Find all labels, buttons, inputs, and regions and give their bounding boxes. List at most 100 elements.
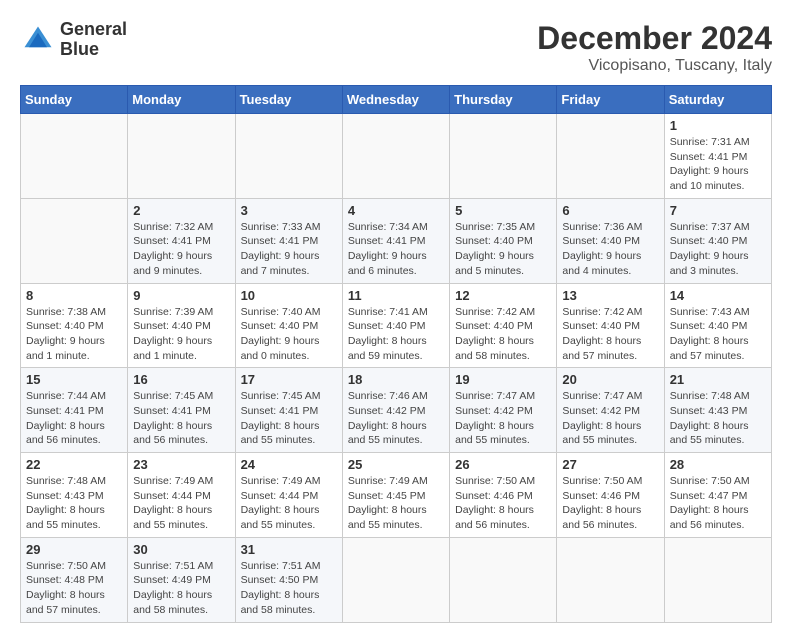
sunset-text: Sunset: 4:48 PM: [26, 574, 104, 586]
calendar-cell: 19 Sunrise: 7:47 AM Sunset: 4:42 PM Dayl…: [450, 368, 557, 453]
logo-icon: [20, 22, 56, 58]
col-saturday: Saturday: [664, 86, 771, 114]
day-info: Sunrise: 7:40 AM Sunset: 4:40 PM Dayligh…: [241, 305, 337, 364]
daylight-text: Daylight: 9 hours and 1 minute.: [26, 335, 105, 362]
day-number: 1: [670, 118, 766, 133]
daylight-text: Daylight: 8 hours and 56 minutes.: [26, 420, 105, 447]
sunset-text: Sunset: 4:47 PM: [670, 490, 748, 502]
calendar-cell: 9 Sunrise: 7:39 AM Sunset: 4:40 PM Dayli…: [128, 283, 235, 368]
daylight-text: Daylight: 9 hours and 10 minutes.: [670, 165, 749, 192]
sunrise-text: Sunrise: 7:46 AM: [348, 390, 428, 402]
day-info: Sunrise: 7:35 AM Sunset: 4:40 PM Dayligh…: [455, 220, 551, 279]
sunset-text: Sunset: 4:43 PM: [26, 490, 104, 502]
sunset-text: Sunset: 4:41 PM: [670, 151, 748, 163]
daylight-text: Daylight: 8 hours and 55 minutes.: [26, 504, 105, 531]
day-number: 10: [241, 288, 337, 303]
day-info: Sunrise: 7:36 AM Sunset: 4:40 PM Dayligh…: [562, 220, 658, 279]
sunset-text: Sunset: 4:41 PM: [348, 235, 426, 247]
calendar-cell: [557, 114, 664, 199]
sunset-text: Sunset: 4:41 PM: [241, 405, 319, 417]
calendar-cell: [664, 537, 771, 622]
sunrise-text: Sunrise: 7:48 AM: [26, 475, 106, 487]
sunset-text: Sunset: 4:41 PM: [133, 405, 211, 417]
day-info: Sunrise: 7:41 AM Sunset: 4:40 PM Dayligh…: [348, 305, 444, 364]
sunrise-text: Sunrise: 7:47 AM: [562, 390, 642, 402]
daylight-text: Daylight: 8 hours and 56 minutes.: [562, 504, 641, 531]
daylight-text: Daylight: 8 hours and 55 minutes.: [455, 420, 534, 447]
calendar-header: Sunday Monday Tuesday Wednesday Thursday…: [21, 86, 772, 114]
calendar-cell: [450, 114, 557, 199]
calendar-week-3: 15 Sunrise: 7:44 AM Sunset: 4:41 PM Dayl…: [21, 368, 772, 453]
sunset-text: Sunset: 4:41 PM: [241, 235, 319, 247]
day-info: Sunrise: 7:44 AM Sunset: 4:41 PM Dayligh…: [26, 389, 122, 448]
day-number: 6: [562, 203, 658, 218]
day-number: 3: [241, 203, 337, 218]
title-area: December 2024 Vicopisano, Tuscany, Italy: [537, 20, 772, 75]
daylight-text: Daylight: 8 hours and 55 minutes.: [241, 420, 320, 447]
sunrise-text: Sunrise: 7:38 AM: [26, 306, 106, 318]
calendar-cell: [450, 537, 557, 622]
header: General Blue December 2024 Vicopisano, T…: [20, 20, 772, 75]
calendar-table: Sunday Monday Tuesday Wednesday Thursday…: [20, 85, 772, 623]
day-info: Sunrise: 7:45 AM Sunset: 4:41 PM Dayligh…: [241, 389, 337, 448]
sunrise-text: Sunrise: 7:51 AM: [133, 560, 213, 572]
sunrise-text: Sunrise: 7:49 AM: [348, 475, 428, 487]
daylight-text: Daylight: 8 hours and 58 minutes.: [455, 335, 534, 362]
sunset-text: Sunset: 4:40 PM: [133, 320, 211, 332]
day-info: Sunrise: 7:43 AM Sunset: 4:40 PM Dayligh…: [670, 305, 766, 364]
day-info: Sunrise: 7:38 AM Sunset: 4:40 PM Dayligh…: [26, 305, 122, 364]
day-number: 16: [133, 372, 229, 387]
daylight-text: Daylight: 9 hours and 9 minutes.: [133, 250, 212, 277]
calendar-cell: [342, 114, 449, 199]
day-info: Sunrise: 7:48 AM Sunset: 4:43 PM Dayligh…: [26, 474, 122, 533]
logo: General Blue: [20, 20, 127, 60]
day-number: 15: [26, 372, 122, 387]
calendar-cell: [21, 198, 128, 283]
day-info: Sunrise: 7:49 AM Sunset: 4:45 PM Dayligh…: [348, 474, 444, 533]
daylight-text: Daylight: 8 hours and 56 minutes.: [455, 504, 534, 531]
calendar-cell: 4 Sunrise: 7:34 AM Sunset: 4:41 PM Dayli…: [342, 198, 449, 283]
logo-line2: Blue: [60, 40, 127, 60]
day-number: 25: [348, 457, 444, 472]
sunrise-text: Sunrise: 7:42 AM: [562, 306, 642, 318]
day-number: 21: [670, 372, 766, 387]
calendar-cell: 24 Sunrise: 7:49 AM Sunset: 4:44 PM Dayl…: [235, 453, 342, 538]
sunset-text: Sunset: 4:40 PM: [670, 235, 748, 247]
day-info: Sunrise: 7:50 AM Sunset: 4:48 PM Dayligh…: [26, 559, 122, 618]
sunrise-text: Sunrise: 7:41 AM: [348, 306, 428, 318]
calendar-cell: [235, 114, 342, 199]
daylight-text: Daylight: 8 hours and 55 minutes.: [241, 504, 320, 531]
sunset-text: Sunset: 4:46 PM: [562, 490, 640, 502]
calendar-cell: 15 Sunrise: 7:44 AM Sunset: 4:41 PM Dayl…: [21, 368, 128, 453]
day-info: Sunrise: 7:34 AM Sunset: 4:41 PM Dayligh…: [348, 220, 444, 279]
day-info: Sunrise: 7:45 AM Sunset: 4:41 PM Dayligh…: [133, 389, 229, 448]
sunrise-text: Sunrise: 7:50 AM: [26, 560, 106, 572]
daylight-text: Daylight: 9 hours and 5 minutes.: [455, 250, 534, 277]
col-sunday: Sunday: [21, 86, 128, 114]
day-number: 26: [455, 457, 551, 472]
logo-text: General Blue: [60, 20, 127, 60]
col-wednesday: Wednesday: [342, 86, 449, 114]
daylight-text: Daylight: 9 hours and 4 minutes.: [562, 250, 641, 277]
calendar-week-4: 22 Sunrise: 7:48 AM Sunset: 4:43 PM Dayl…: [21, 453, 772, 538]
calendar-cell: 1 Sunrise: 7:31 AM Sunset: 4:41 PM Dayli…: [664, 114, 771, 199]
day-info: Sunrise: 7:42 AM Sunset: 4:40 PM Dayligh…: [562, 305, 658, 364]
day-number: 11: [348, 288, 444, 303]
calendar-week-5: 29 Sunrise: 7:50 AM Sunset: 4:48 PM Dayl…: [21, 537, 772, 622]
calendar-cell: 29 Sunrise: 7:50 AM Sunset: 4:48 PM Dayl…: [21, 537, 128, 622]
calendar-cell: 17 Sunrise: 7:45 AM Sunset: 4:41 PM Dayl…: [235, 368, 342, 453]
sunrise-text: Sunrise: 7:45 AM: [133, 390, 213, 402]
sunset-text: Sunset: 4:44 PM: [133, 490, 211, 502]
calendar-week-1: 2 Sunrise: 7:32 AM Sunset: 4:41 PM Dayli…: [21, 198, 772, 283]
calendar-cell: [342, 537, 449, 622]
day-number: 5: [455, 203, 551, 218]
calendar-cell: 11 Sunrise: 7:41 AM Sunset: 4:40 PM Dayl…: [342, 283, 449, 368]
day-info: Sunrise: 7:33 AM Sunset: 4:41 PM Dayligh…: [241, 220, 337, 279]
day-info: Sunrise: 7:46 AM Sunset: 4:42 PM Dayligh…: [348, 389, 444, 448]
daylight-text: Daylight: 8 hours and 59 minutes.: [348, 335, 427, 362]
daylight-text: Daylight: 8 hours and 55 minutes.: [133, 504, 212, 531]
sunset-text: Sunset: 4:40 PM: [562, 235, 640, 247]
day-info: Sunrise: 7:51 AM Sunset: 4:49 PM Dayligh…: [133, 559, 229, 618]
calendar-cell: 21 Sunrise: 7:48 AM Sunset: 4:43 PM Dayl…: [664, 368, 771, 453]
day-number: 18: [348, 372, 444, 387]
